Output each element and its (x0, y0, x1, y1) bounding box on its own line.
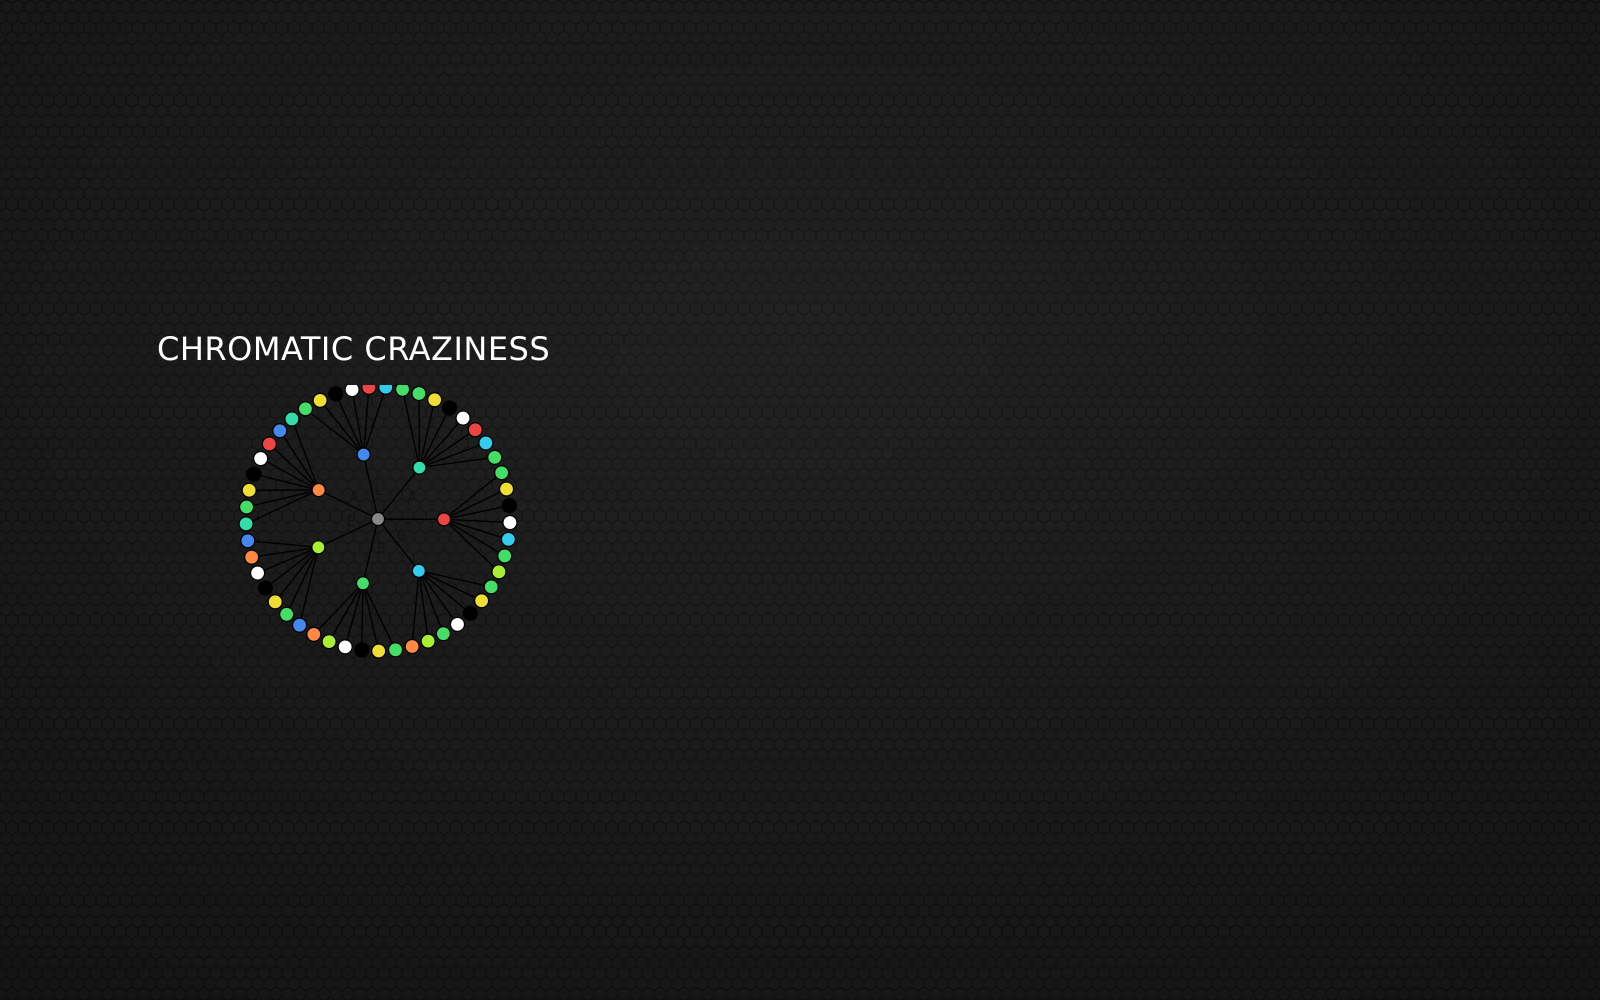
rim-node-cyan[interactable] (478, 435, 494, 451)
rim-node-red[interactable] (261, 436, 277, 452)
hub-node-cyan[interactable] (411, 563, 426, 578)
rim-node-green[interactable] (394, 385, 411, 397)
hub-rim-edge (362, 582, 397, 651)
rim-node-yellow[interactable] (474, 593, 490, 609)
rim-node-red[interactable] (467, 422, 483, 438)
rim-node-lime[interactable] (321, 634, 337, 650)
hub-rim-edge (419, 456, 495, 469)
rim-node-green[interactable] (487, 449, 503, 465)
rim-node-yellow[interactable] (427, 392, 443, 408)
rim-node-green[interactable] (411, 385, 427, 402)
rim-node-black[interactable] (441, 400, 458, 416)
rim-node-yellow[interactable] (312, 392, 328, 408)
hub-rim-edge (443, 518, 506, 557)
hub-rim-edge (411, 570, 420, 647)
hub-node-orange[interactable] (311, 482, 326, 498)
hub-node-green[interactable] (355, 576, 371, 591)
rim-node-lime[interactable] (491, 564, 507, 580)
hub-rim-edge (443, 504, 510, 521)
center-letter: A (407, 490, 417, 506)
hub-rim-edge (247, 540, 319, 549)
rim-node-green[interactable] (279, 606, 295, 622)
rim-node-green[interactable] (238, 499, 255, 515)
rim-node-lime[interactable] (420, 633, 436, 649)
rim-node-orange[interactable] (404, 638, 420, 655)
rim-node-green[interactable] (297, 401, 314, 417)
puzzle-board[interactable]: A L AEGE (230, 385, 520, 675)
hub-node-lime[interactable] (311, 540, 326, 555)
hub-rim-edge (351, 389, 365, 455)
hub-node-blue[interactable] (356, 447, 371, 462)
rim-node-teal[interactable] (238, 516, 254, 532)
rim-node-white[interactable] (502, 514, 518, 531)
rim-node-white[interactable] (337, 639, 353, 655)
rim-node-green[interactable] (497, 548, 513, 564)
rim-node-black[interactable] (501, 498, 517, 514)
hub-rim-edge (418, 399, 436, 468)
rim-node-black[interactable] (354, 642, 370, 658)
hub-rim-edge (361, 583, 364, 651)
rim-node-green[interactable] (435, 626, 451, 642)
rim-node-black[interactable] (328, 386, 344, 402)
hub-node-red[interactable] (436, 512, 452, 527)
center-node[interactable] (370, 511, 386, 527)
center-letter: A (349, 489, 359, 505)
rim-node-green[interactable] (483, 579, 499, 595)
rim-node-orange[interactable] (244, 549, 260, 565)
center-letter: E (347, 514, 356, 530)
rim-node-green[interactable] (494, 465, 510, 481)
rim-node-white[interactable] (253, 450, 269, 467)
rim-node-black[interactable] (462, 605, 478, 621)
rim-node-blue[interactable] (291, 617, 308, 633)
rim-node-blue[interactable] (272, 423, 288, 439)
rim-node-white[interactable] (455, 410, 471, 426)
hub-rim-edge (246, 489, 319, 508)
rim-node-cyan[interactable] (378, 385, 394, 395)
center-letter: E (377, 541, 386, 557)
center-letter: G (397, 528, 408, 544)
hub-node-teal[interactable] (412, 460, 427, 475)
hub-rim-edge (362, 387, 387, 455)
rim-node-white[interactable] (249, 565, 266, 581)
rim-node-cyan[interactable] (500, 531, 517, 548)
rim-node-teal[interactable] (284, 411, 300, 427)
hub-rim-edge (304, 408, 365, 456)
hub-rim-edge (418, 570, 492, 588)
hub-rim-edge (362, 583, 380, 652)
rim-node-yellow[interactable] (241, 482, 257, 498)
rim-node-black[interactable] (257, 580, 274, 596)
rim-node-black[interactable] (246, 466, 262, 482)
center-letter: L (375, 483, 383, 499)
rim-node-orange[interactable] (306, 626, 322, 642)
hub-rim-edge (245, 489, 319, 525)
rim-node-green[interactable] (387, 642, 404, 658)
game-title: CHROMATIC CRAZINESS (157, 330, 551, 368)
rim-node-white[interactable] (449, 616, 466, 632)
rim-node-red[interactable] (361, 385, 377, 395)
rim-node-yellow[interactable] (498, 481, 515, 497)
rim-node-white[interactable] (344, 385, 360, 398)
hub-rim-edge (401, 389, 421, 468)
rim-node-blue[interactable] (240, 533, 256, 549)
rim-node-yellow[interactable] (267, 594, 283, 610)
rim-node-yellow[interactable] (371, 643, 387, 659)
